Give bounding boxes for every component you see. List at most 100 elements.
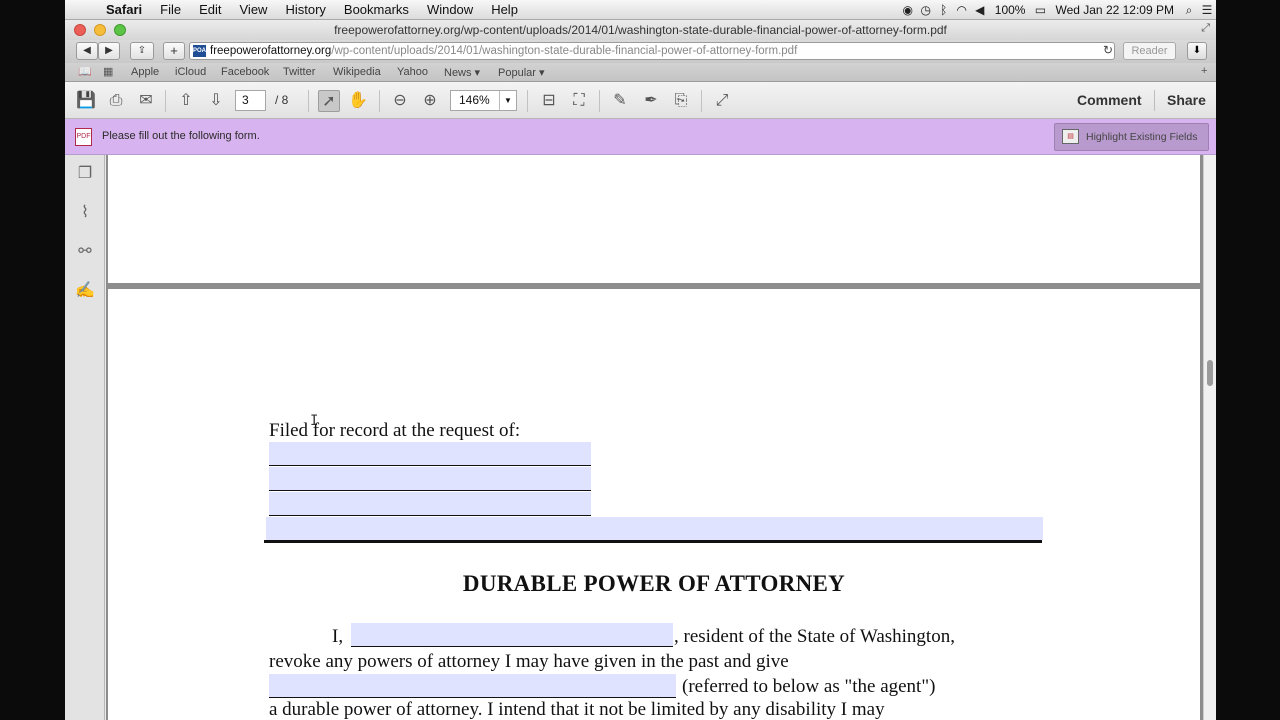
save-icon[interactable]: 💾	[75, 90, 97, 112]
new-tab-button[interactable]: +	[163, 42, 185, 60]
battery-percent[interactable]: 100%	[989, 3, 1032, 17]
volume-icon[interactable]: ◀	[971, 3, 989, 17]
site-favicon-icon: POA	[193, 45, 206, 57]
section-divider	[264, 540, 1042, 543]
menu-history[interactable]: History	[276, 2, 334, 17]
browser-toolbar: ◀ ▶ ⇪ + POA freepowerofattorney.org/wp-c…	[65, 40, 1216, 63]
signatures-icon[interactable]: ✍	[74, 280, 96, 302]
filed-by-field-4[interactable]	[266, 517, 1043, 540]
highlight-button-label: Highlight Existing Fields	[1086, 131, 1198, 143]
binoculars-search-icon[interactable]: ⚯	[74, 241, 96, 263]
principal-name-field[interactable]	[351, 623, 673, 647]
agent-reference-text: (referred to below as "the agent")	[682, 676, 936, 697]
menu-edit[interactable]: Edit	[190, 2, 230, 17]
form-notification-bar: PDF Please fill out the following form. …	[65, 119, 1216, 155]
zoom-level-select[interactable]: 146% ▼	[450, 90, 517, 111]
email-icon[interactable]: ✉	[135, 90, 157, 112]
bookmark-apple[interactable]: Apple	[131, 66, 159, 78]
bookmark-twitter[interactable]: Twitter	[283, 66, 315, 78]
fullscreen-icon[interactable]: ⤢	[1201, 22, 1210, 35]
sticky-note-icon[interactable]: ✎	[609, 90, 631, 112]
menu-file[interactable]: File	[151, 2, 190, 17]
select-tool-icon[interactable]: ➚	[318, 90, 340, 112]
bookmark-yahoo[interactable]: Yahoo	[397, 66, 428, 78]
share-arrow-icon: ⇪	[137, 45, 147, 56]
reload-icon[interactable]: ↻	[1103, 43, 1113, 57]
evernote-icon[interactable]: ◉	[899, 3, 917, 17]
previous-page-icon[interactable]: ⇧	[175, 90, 197, 112]
attach-form-icon[interactable]: ⎘	[670, 90, 692, 112]
pdf-form-icon: PDF	[75, 128, 92, 146]
toolbar-divider	[527, 90, 528, 112]
wifi-icon[interactable]: ◠	[953, 3, 971, 17]
forward-arrow-icon: ▶	[105, 45, 113, 56]
zoom-level-value: 146%	[459, 93, 490, 107]
add-bookmark-icon[interactable]: +	[1201, 65, 1207, 77]
print-icon[interactable]: ⎙	[105, 90, 127, 112]
back-arrow-icon: ◀	[83, 45, 91, 56]
downloads-button[interactable]: ⬇	[1187, 42, 1207, 60]
scrollbar-thumb[interactable]	[1207, 360, 1213, 386]
sign-pen-icon[interactable]: ✒	[640, 90, 662, 112]
bookmark-wikipedia[interactable]: Wikipedia	[333, 66, 381, 78]
chevron-down-icon[interactable]: ▼	[499, 91, 516, 110]
highlight-existing-fields-button[interactable]: ▤ Highlight Existing Fields	[1054, 123, 1209, 151]
time-machine-icon[interactable]: ◷	[917, 3, 935, 17]
menu-app-safari[interactable]: Safari	[97, 2, 151, 17]
page-total: / 8	[275, 93, 289, 107]
fit-page-icon[interactable]: ⊟	[538, 90, 560, 112]
notification-center-icon[interactable]: ☰	[1198, 3, 1216, 17]
window-title-bar: freepowerofattorney.org/wp-content/uploa…	[65, 20, 1216, 40]
page-thumbnails-icon[interactable]: ❐	[74, 163, 96, 185]
url-host: freepowerofattorney.org	[210, 45, 332, 57]
vertical-scrollbar[interactable]	[1203, 155, 1216, 720]
pdf-page-previous	[108, 155, 1200, 283]
menu-view[interactable]: View	[231, 2, 277, 17]
spotlight-search-icon[interactable]: ⌕	[1180, 3, 1198, 18]
clock[interactable]: Wed Jan 22 12:09 PM	[1049, 3, 1180, 17]
page-number-input[interactable]: 3	[235, 90, 266, 111]
bluetooth-icon[interactable]: ᛒ	[935, 3, 953, 17]
filed-by-field-2[interactable]	[269, 467, 591, 491]
toolbar-divider	[599, 90, 600, 112]
menu-bookmarks[interactable]: Bookmarks	[335, 2, 418, 17]
bookmark-popular[interactable]: Popular ▾	[498, 66, 545, 79]
zoom-in-icon[interactable]: ⊕	[419, 90, 441, 112]
window-title: freepowerofattorney.org/wp-content/uploa…	[334, 23, 947, 37]
reading-list-icon[interactable]: 📖	[78, 65, 92, 78]
top-sites-grid-icon[interactable]: ▦	[103, 65, 113, 78]
principal-prefix: I,	[332, 626, 344, 647]
back-button[interactable]: ◀	[76, 42, 98, 60]
toolbar-divider	[165, 90, 166, 112]
toolbar-divider	[701, 90, 702, 112]
bookmarks-bar: 📖 ▦ Apple iCloud Facebook Twitter Wikipe…	[65, 63, 1216, 82]
comment-button[interactable]: Comment	[1077, 92, 1142, 108]
bookmark-news[interactable]: News ▾	[444, 66, 480, 79]
menu-window[interactable]: Window	[418, 2, 482, 17]
fit-width-icon[interactable]: ⛶	[568, 90, 590, 112]
forward-button[interactable]: ▶	[98, 42, 120, 60]
battery-icon[interactable]: ▭	[1031, 3, 1049, 17]
durable-text: a durable power of attorney. I intend th…	[269, 699, 885, 720]
filed-by-field-3[interactable]	[269, 492, 591, 516]
hand-tool-icon[interactable]: ✋	[347, 90, 369, 112]
read-mode-icon[interactable]: ⤢	[711, 90, 733, 112]
reader-button[interactable]: Reader	[1123, 42, 1176, 60]
bookmark-icloud[interactable]: iCloud	[175, 66, 206, 78]
revoke-text: revoke any powers of attorney I may have…	[269, 651, 789, 672]
share-button[interactable]: Share	[1167, 92, 1206, 108]
document-view[interactable]: I Filed for record at the request of: DU…	[106, 155, 1203, 720]
agent-name-field[interactable]	[269, 674, 676, 698]
address-bar[interactable]: POA freepowerofattorney.org/wp-content/u…	[189, 42, 1115, 60]
bookmark-facebook[interactable]: Facebook	[221, 66, 269, 78]
toolbar-divider	[379, 90, 380, 112]
navigation-sidebar: ❐ ⌇ ⚯ ✍	[65, 155, 105, 720]
attachments-paperclip-icon[interactable]: ⌇	[74, 202, 96, 224]
zoom-out-icon[interactable]: ⊖	[389, 90, 411, 112]
share-page-button[interactable]: ⇪	[130, 42, 154, 60]
menu-help[interactable]: Help	[482, 2, 527, 17]
plus-icon: +	[170, 43, 178, 58]
toolbar-divider	[1154, 90, 1155, 111]
filed-by-field-1[interactable]	[269, 442, 591, 466]
next-page-icon[interactable]: ⇩	[205, 90, 227, 112]
